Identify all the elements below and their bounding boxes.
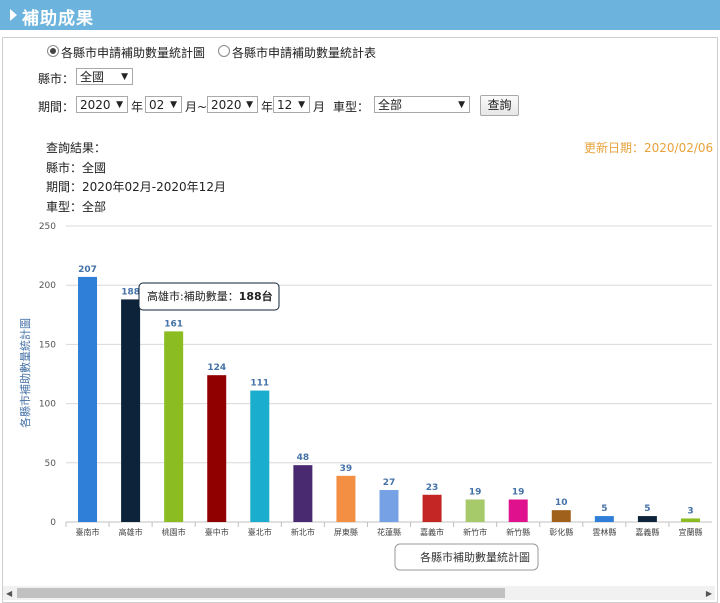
horizontal-scrollbar[interactable]: ◀ ▶ xyxy=(3,586,715,600)
x-tick-label: 新北市 xyxy=(291,527,315,537)
x-tick-label: 臺北市 xyxy=(248,527,272,537)
bar[interactable] xyxy=(78,276,98,522)
x-tick-label: 桃園市 xyxy=(162,527,186,537)
scroll-left-icon[interactable]: ◀ xyxy=(6,589,12,598)
data-label: 5 xyxy=(644,504,650,514)
y-tick-label: 200 xyxy=(39,281,56,291)
bar[interactable] xyxy=(293,465,313,522)
x-tick-label: 花蓮縣 xyxy=(377,527,401,537)
x-tick-label: 雲林縣 xyxy=(592,527,616,537)
data-label: 19 xyxy=(469,488,482,498)
data-label: 207 xyxy=(78,265,97,275)
data-label: 5 xyxy=(601,504,607,514)
data-label: 39 xyxy=(340,464,353,474)
data-label: 23 xyxy=(426,483,439,493)
x-tick-label: 嘉義市 xyxy=(420,527,444,537)
x-tick-label: 新竹縣 xyxy=(506,527,530,537)
bar[interactable] xyxy=(465,499,485,522)
x-axis-ticks: 臺南市 高雄市 桃園市 臺中市 臺北市 新北市 屏東縣 花蓮縣 嘉義市 新竹市 新竹縣 彰化縣 雲林縣 嘉… xyxy=(65,522,702,537)
bar[interactable] xyxy=(379,490,399,522)
x-tick-label: 宜蘭縣 xyxy=(678,527,702,537)
data-label: 124 xyxy=(207,363,226,373)
x-tick-label: 新竹市 xyxy=(463,527,487,537)
bar[interactable] xyxy=(207,375,227,522)
data-label: 48 xyxy=(297,453,310,463)
y-tick-label: 50 xyxy=(45,459,57,469)
bar[interactable] xyxy=(422,494,442,522)
x-tick-label: 彰化縣 xyxy=(549,527,573,537)
data-label: 10 xyxy=(555,498,568,508)
x-tick-label: 臺南市 xyxy=(76,527,100,537)
y-tick-label: 100 xyxy=(39,400,56,410)
tooltip-value: 188台 xyxy=(239,289,273,303)
data-label: 19 xyxy=(512,488,525,498)
y-tick-label: 250 xyxy=(39,222,56,232)
y-tick-label: 150 xyxy=(39,340,56,350)
bar[interactable] xyxy=(637,516,657,522)
tooltip: 高雄市:補助數量：188台 xyxy=(138,282,280,311)
scroll-right-icon[interactable]: ▶ xyxy=(706,589,712,598)
x-tick-label: 臺中市 xyxy=(205,527,229,537)
x-tick-label: 屏東縣 xyxy=(334,527,358,537)
data-label: 27 xyxy=(383,478,396,488)
y-axis-title: 各縣市補助數量統計圖 xyxy=(18,318,32,428)
bar[interactable] xyxy=(551,510,571,522)
data-label: 188 xyxy=(121,287,140,297)
chart-legend[interactable]: 各縣市補助數量統計圖 xyxy=(394,543,539,571)
bar[interactable] xyxy=(250,390,270,522)
bar[interactable] xyxy=(121,299,141,522)
data-label: 3 xyxy=(687,506,693,516)
svg-text:高雄市:補助數量：188台: 高雄市:補助數量：188台 xyxy=(147,289,273,303)
bar[interactable] xyxy=(336,475,356,522)
data-label: 161 xyxy=(164,319,183,329)
bar-chart: 0 50 100 150 200 250 各縣市補助數量統計圖 207 188 161 124 1… xyxy=(18,222,712,571)
scrollbar-thumb[interactable] xyxy=(17,588,505,598)
y-axis-ticks: 0 50 100 150 200 250 xyxy=(39,222,56,528)
legend-label: 各縣市補助數量統計圖 xyxy=(420,550,530,564)
x-tick-label: 嘉義縣 xyxy=(635,527,659,537)
tooltip-prefix: 高雄市:補助數量： xyxy=(147,289,239,303)
bar[interactable] xyxy=(594,516,614,522)
bar[interactable] xyxy=(508,499,528,522)
x-tick-label: 高雄市 xyxy=(119,527,143,537)
y-tick-label: 0 xyxy=(50,518,56,528)
bar[interactable] xyxy=(680,518,700,522)
bar[interactable] xyxy=(164,331,184,522)
data-label: 111 xyxy=(250,379,269,389)
